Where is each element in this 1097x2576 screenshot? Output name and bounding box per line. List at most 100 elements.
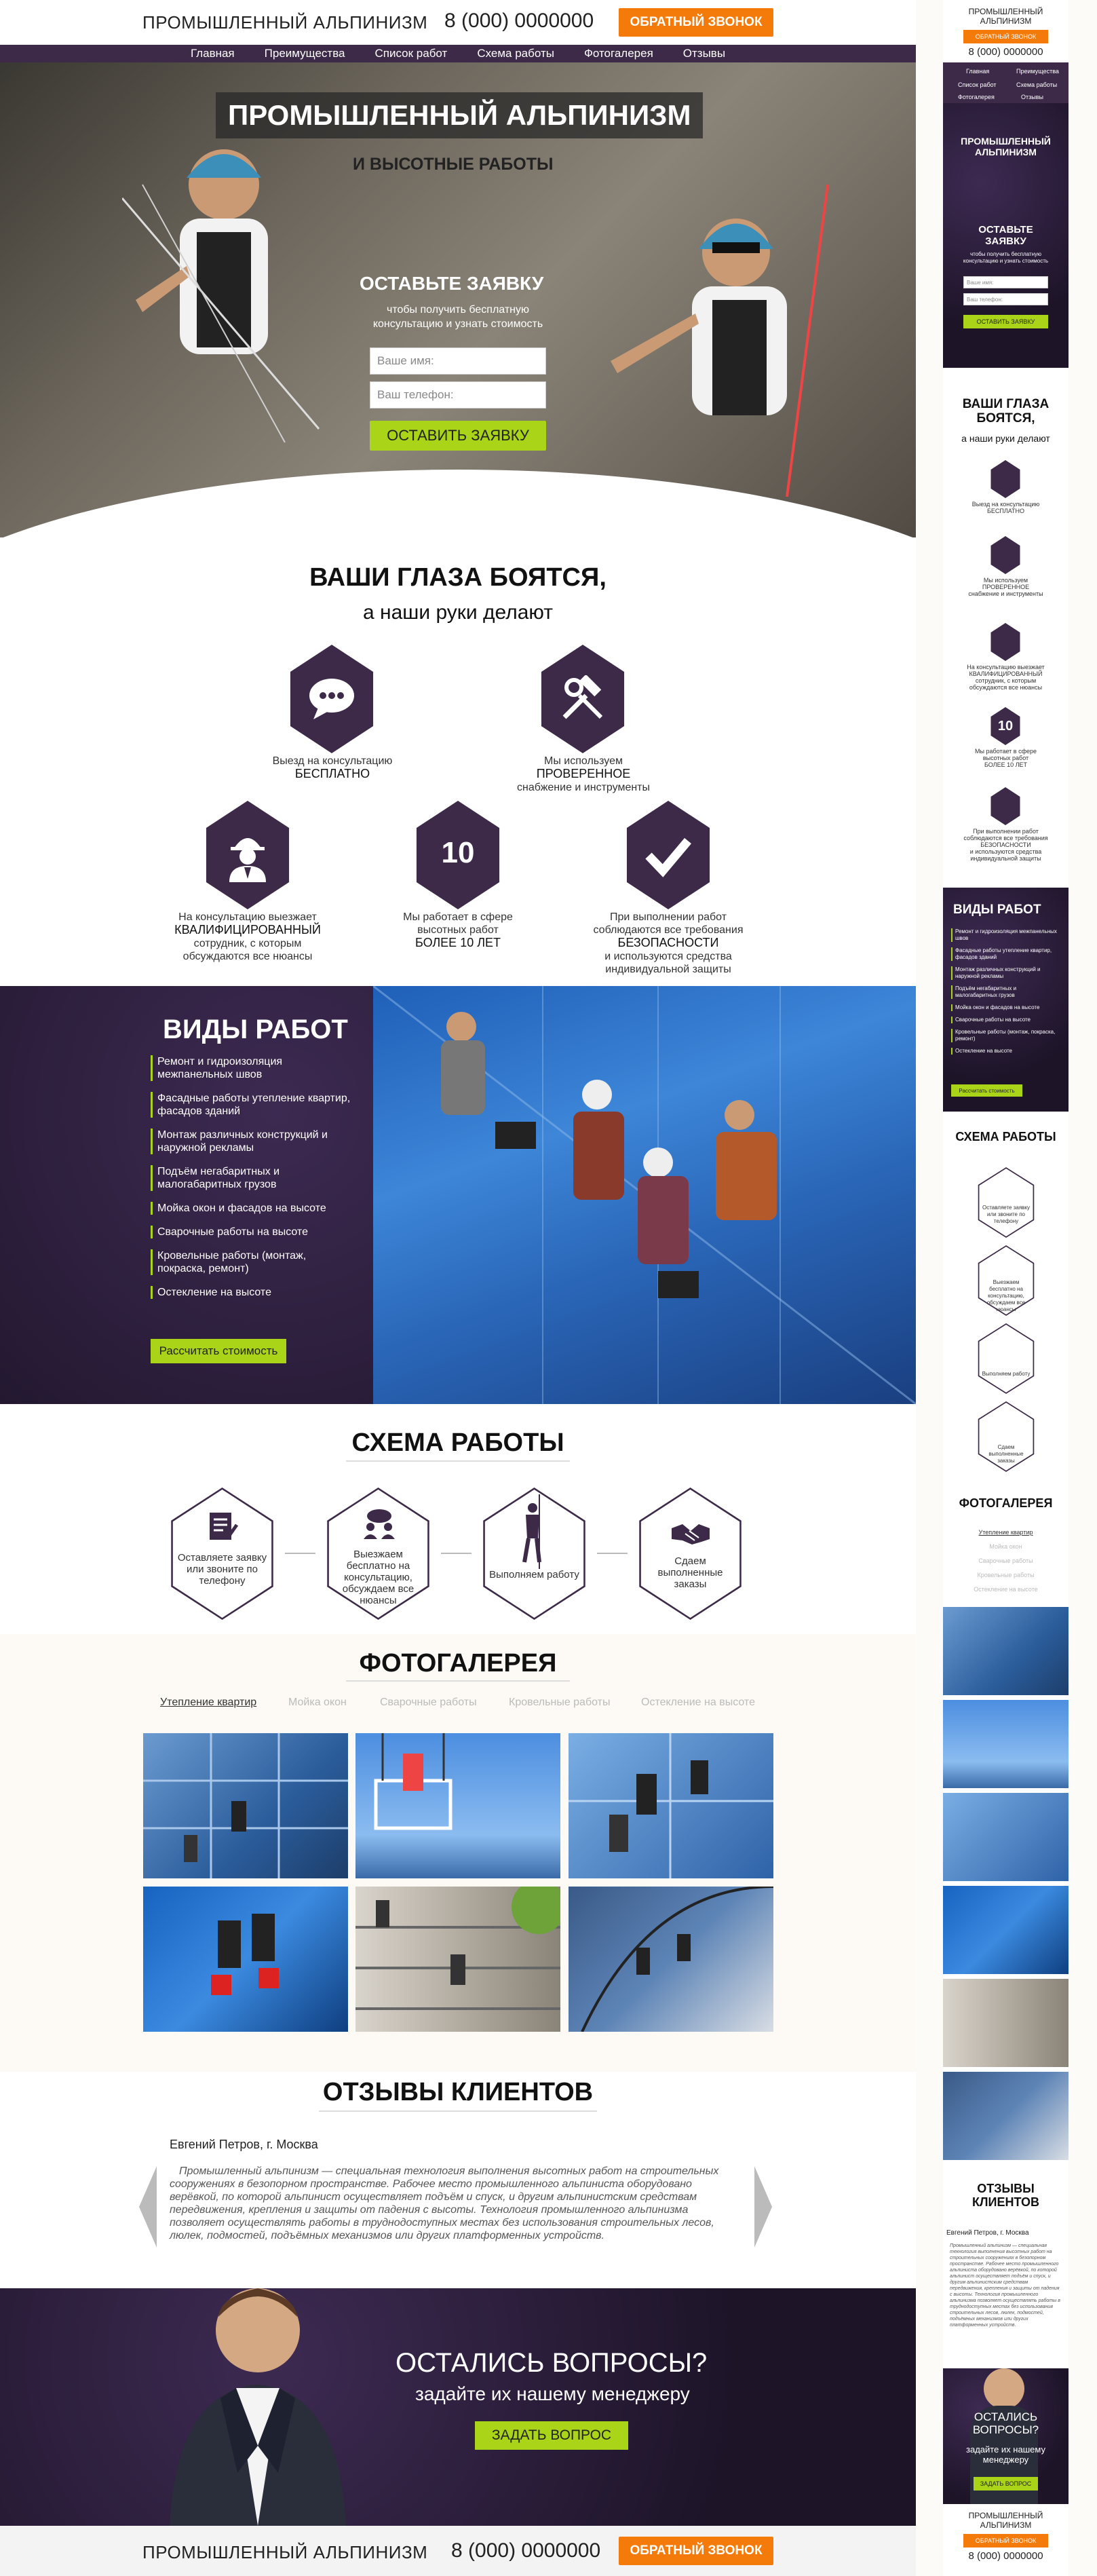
mobile-gallery-photo[interactable] bbox=[943, 2072, 1069, 2160]
services-list: Ремонт и гидроизоляция межпанельных швов… bbox=[151, 1055, 354, 1299]
advantages-title: ВАШИ ГЛАЗА БОЯТСЯ, bbox=[309, 563, 607, 592]
nav-item-home[interactable]: Главная bbox=[191, 47, 235, 60]
review-next-arrow[interactable] bbox=[754, 2166, 772, 2248]
services-section: ВИДЫ РАБОТ Ремонт и гидроизоляция межпан… bbox=[0, 985, 916, 1405]
advantage-consultation-text: Выезд на консультацию БЕСПЛАТНО bbox=[272, 755, 393, 780]
logo[interactable]: ПРОМЫШЛЕННЫЙ АЛЬПИНИЗМ bbox=[142, 12, 427, 33]
footer-phone[interactable]: 8 (000) 0000000 bbox=[451, 2539, 600, 2562]
climber-left-image bbox=[122, 149, 320, 442]
gallery-tab-windows[interactable]: Мойка окон bbox=[288, 1697, 347, 1709]
form-title: ОСТАВЬТЕ ЗАЯВКУ bbox=[360, 273, 544, 294]
mobile-logo[interactable]: ПРОМЫШЛЕННЫЙ АЛЬПИНИЗМ bbox=[943, 7, 1069, 26]
meeting-icon bbox=[364, 1509, 395, 1539]
name-input[interactable]: Ваше имя: bbox=[370, 347, 546, 375]
mobile-footer-callback[interactable]: ОБРАТНЫЙ ЗВОНОК bbox=[963, 2534, 1048, 2547]
service-item: Ремонт и гидроизоляция межпанельных швов bbox=[151, 1055, 354, 1081]
phone-input[interactable]: Ваш телефон: bbox=[370, 381, 546, 409]
service-item: Монтаж различных конструкций и наружной … bbox=[151, 1129, 354, 1154]
mobile-review-text: Промышленный альпинизм — специальная тех… bbox=[950, 2243, 1060, 2328]
mobile-phone-input[interactable]: Ваш телефон: bbox=[963, 293, 1048, 305]
scheme-steps: Оставляете заявку или звоните по телефон… bbox=[163, 1488, 753, 1620]
mobile-nav-scheme[interactable]: Схема работы bbox=[1016, 81, 1057, 88]
hero-section: ПРОМЫШЛЕННЫЙ АЛЬПИНИЗМ И ВЫСОТНЫЕ РАБОТЫ… bbox=[0, 62, 916, 537]
gallery-tab-welding[interactable]: Сварочные работы bbox=[380, 1697, 477, 1709]
mobile-scheme-step-3: Выполняем работу bbox=[982, 1371, 1031, 1377]
gallery-photo[interactable] bbox=[143, 1887, 348, 2032]
phone-number[interactable]: 8 (000) 0000000 bbox=[444, 10, 594, 33]
mobile-ask-question-button[interactable]: ЗАДАТЬ ВОПРОС bbox=[974, 2477, 1038, 2490]
mobile-nav-gallery[interactable]: Фотогалерея bbox=[958, 94, 995, 100]
footer-callback-button[interactable]: ОБРАТНЫЙ ЗВОНОК bbox=[619, 2537, 773, 2565]
mobile-questions: ОСТАЛИСЬ ВОПРОСЫ? задайте их нашему мене… bbox=[943, 2368, 1069, 2504]
submit-request-button[interactable]: ОСТАВИТЬ ЗАЯВКУ bbox=[370, 421, 546, 451]
gallery-photo[interactable] bbox=[569, 1887, 773, 2032]
advantage-tools-text: Мы используем ПРОВЕРЕННОЕ снабжение и инст… bbox=[516, 755, 651, 793]
form-subtitle-1: чтобы получить бесплатную bbox=[386, 304, 529, 316]
climber-right-image bbox=[611, 185, 829, 497]
mobile-footer-logo[interactable]: ПРОМЫШЛЕННЫЙ АЛЬПИНИЗМ bbox=[943, 2511, 1069, 2530]
ask-question-button[interactable]: ЗАДАТЬ ВОПРОС bbox=[475, 2421, 628, 2450]
calculate-cost-button[interactable]: Рассчитать стоимость bbox=[151, 1339, 286, 1363]
callback-button[interactable]: ОБРАТНЫЙ ЗВОНОК bbox=[619, 8, 773, 37]
mobile-callback-button[interactable]: ОБРАТНЫЙ ЗВОНОК bbox=[963, 30, 1048, 43]
mobile-manager-photo bbox=[984, 2368, 1024, 2409]
mobile-submit-button[interactable]: ОСТАВИТЬ ЗАЯВКУ bbox=[963, 315, 1048, 328]
gallery-title: ФОТОГАЛЕРЕЯ bbox=[359, 1649, 557, 1678]
mobile-nav-home[interactable]: Главная bbox=[966, 68, 989, 75]
advantage-safety-text: При выполнении работ соблюдаются все треб… bbox=[593, 911, 744, 975]
gallery-tab-glazing[interactable]: Остекление на высоте bbox=[641, 1697, 755, 1709]
mobile-preview: ПРОМЫШЛЕННЫЙ АЛЬПИНИЗМ ОБРАТНЫЙ ЗВОНОК 8 … bbox=[943, 0, 1069, 2576]
gallery-tab-roofing[interactable]: Кровельные работы bbox=[509, 1697, 611, 1709]
service-item: Мойка окон и фасадов на высоте bbox=[151, 1202, 354, 1215]
questions-subtitle: задайте их нашему менеджеру bbox=[415, 2383, 690, 2404]
advantage-safety bbox=[620, 801, 716, 909]
mobile-phone[interactable]: 8 (000) 0000000 bbox=[943, 46, 1069, 58]
footer-logo[interactable]: ПРОМЫШЛЕННЫЙ АЛЬПИНИЗМ bbox=[142, 2542, 427, 2563]
nav-item-advantages[interactable]: Преимущества bbox=[265, 47, 345, 60]
service-item: Остекление на высоте bbox=[151, 1286, 354, 1299]
mobile-gallery-photo[interactable] bbox=[943, 1793, 1069, 1881]
questions-section: ОСТАЛИСЬ ВОПРОСЫ? задайте их нашему мене… bbox=[0, 2288, 916, 2526]
services-title: ВИДЫ РАБОТ bbox=[163, 1015, 348, 1044]
nav-item-reviews[interactable]: Отзывы bbox=[683, 47, 725, 60]
ten-icon: 10 bbox=[441, 836, 475, 869]
worker-icon bbox=[990, 623, 1020, 661]
mobile-nav-advantages[interactable]: Преимущества bbox=[1016, 68, 1059, 75]
gallery-photo[interactable] bbox=[569, 1733, 773, 1878]
mobile-gallery-photo[interactable] bbox=[943, 1607, 1069, 1695]
mobile-scheme-step-2: Выезжаем бесплатно на консультацию, обсу… bbox=[986, 1279, 1026, 1312]
mobile-nav-services[interactable]: Список работ bbox=[958, 81, 997, 88]
review-text: Промышленный альпинизм — специальная тех… bbox=[170, 2165, 719, 2241]
gallery-photo[interactable] bbox=[143, 1733, 348, 1878]
worker-icon bbox=[229, 838, 266, 882]
advantage-experience-text: Мы работает в сфере высотных работ БОЛЕЕ 1… bbox=[403, 911, 513, 949]
mobile-advantages-title: ВАШИ ГЛАЗА БОЯТСЯ, bbox=[962, 397, 1050, 425]
mobile-adv-1-text: Выезд на консультацию БЕСПЛАТНО bbox=[971, 501, 1040, 514]
nav-item-gallery[interactable]: Фотогалерея bbox=[584, 47, 653, 60]
review-prev-arrow[interactable] bbox=[139, 2166, 157, 2248]
manager-photo bbox=[170, 2288, 346, 2526]
nav-item-scheme[interactable]: Схема работы bbox=[477, 47, 554, 60]
scheme-step-3-text: Выполняем работу bbox=[489, 1569, 579, 1580]
service-item: Кровельные работы (монтаж, покраска, рем… bbox=[151, 1249, 354, 1275]
advantage-consultation bbox=[284, 645, 380, 753]
gallery-tab-insulation[interactable]: Утепление квартир bbox=[160, 1697, 256, 1709]
checkmark-icon bbox=[990, 787, 1020, 825]
mobile-footer-phone[interactable]: 8 (000) 0000000 bbox=[943, 2550, 1069, 2562]
mobile-gallery-photo[interactable] bbox=[943, 1979, 1069, 2067]
mobile-name-input[interactable]: Ваше имя: bbox=[963, 276, 1048, 288]
services-photo bbox=[372, 985, 916, 1405]
advantage-specialist bbox=[199, 801, 296, 909]
gallery-section: ФОТОГАЛЕРЕЯ Утепление квартир Мойка окон… bbox=[0, 1634, 916, 2072]
nav-item-services[interactable]: Список работ bbox=[375, 47, 448, 60]
mobile-review-author: Евгений Петров, г. Москва bbox=[946, 2229, 1029, 2237]
mobile-reviews-title: ОТЗЫВЫ КЛИЕНТОВ bbox=[971, 2182, 1040, 2209]
mobile-gallery-photo[interactable] bbox=[943, 1886, 1069, 1974]
form-icon bbox=[210, 1513, 238, 1540]
main-nav: Главная Преимущества Список работ Схема … bbox=[0, 45, 916, 62]
mobile-gallery-photo[interactable] bbox=[943, 1700, 1069, 1788]
mobile-nav-reviews[interactable]: Отзывы bbox=[1021, 94, 1043, 100]
gallery-photo[interactable] bbox=[355, 1887, 560, 2032]
mobile-calculate-button[interactable]: Рассчитать стоимость bbox=[951, 1084, 1022, 1097]
gallery-photo[interactable] bbox=[355, 1733, 560, 1878]
